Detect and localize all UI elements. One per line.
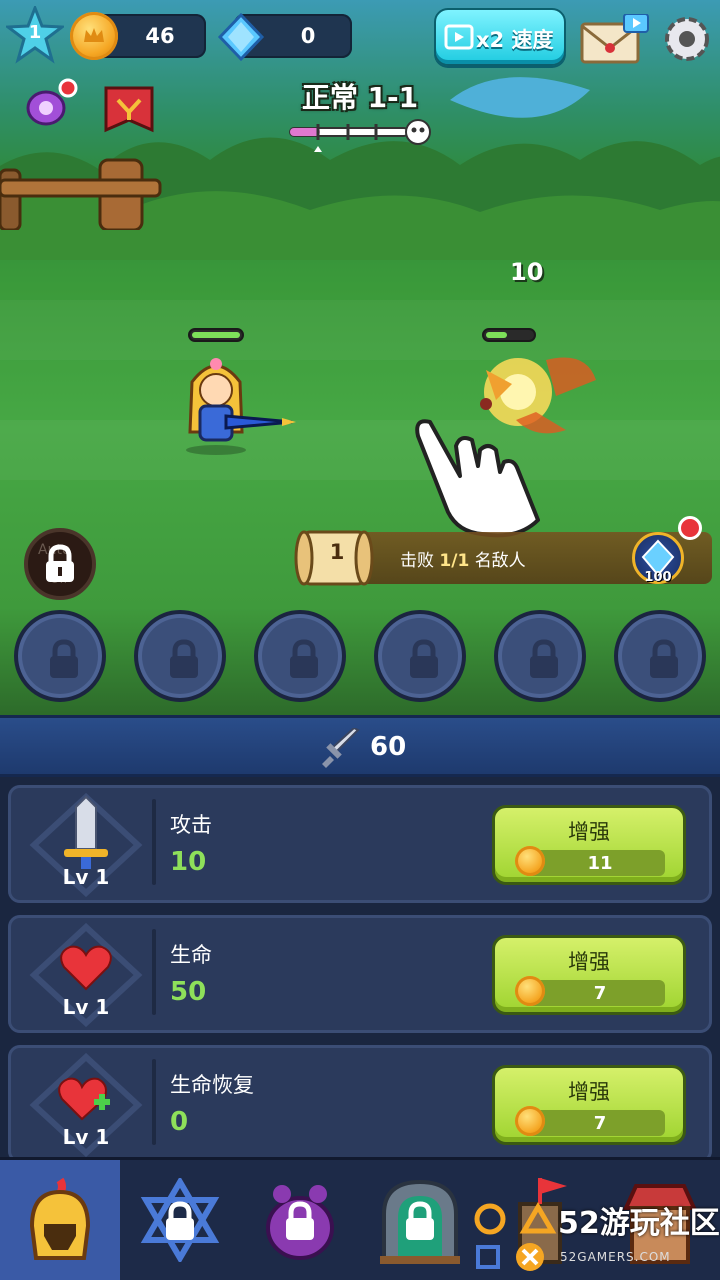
video-icon [444, 24, 474, 50]
upgrade-cost: 11 [587, 853, 613, 874]
stat-value: 10 [170, 847, 207, 877]
nav-tab-dungeon-locked[interactable] [360, 1160, 480, 1280]
divider [152, 799, 156, 885]
quest-reward-amount: 100 [644, 570, 672, 585]
lock-icon [290, 639, 318, 678]
speed-x2-button[interactable]: x2 速度 [434, 8, 566, 66]
quest-text-prefix: 击败 [400, 551, 434, 571]
auto-battle-button[interactable]: Auto Off [24, 528, 96, 600]
guild-banner-icon[interactable] [102, 84, 156, 140]
quest-text-suffix: 名敌人 [474, 551, 526, 571]
stat-value: 50 [170, 977, 207, 1007]
hero-hp-bar [188, 328, 244, 342]
portal-icon[interactable] [24, 78, 80, 130]
divider [152, 929, 156, 1015]
grass-stripe [0, 420, 720, 480]
lock-icon [166, 1201, 194, 1240]
upgrade-level: Lv 1 [62, 1125, 110, 1149]
stage-progress-bar [289, 119, 431, 152]
stat-name: 生命 [170, 943, 212, 967]
stat-name: 生命恢复 [170, 1073, 254, 1097]
coin-icon [70, 12, 118, 60]
lock-icon [286, 1201, 314, 1240]
stat-name: 攻击 [170, 813, 212, 837]
watermark-url: 52GAMERS.COM [560, 1250, 671, 1264]
coin-icon [515, 846, 545, 876]
combat-power-bar: 60 [0, 715, 720, 777]
hero-character [186, 358, 296, 455]
nav-tab-pet-locked[interactable] [240, 1160, 360, 1280]
lock-icon [406, 1201, 434, 1240]
skill-slot-locked[interactable] [494, 610, 586, 702]
upgrade-level: Lv 1 [62, 865, 110, 889]
quest-text: 击败 1/1 名敌人 [400, 546, 526, 571]
lock-icon [410, 639, 438, 678]
quest-index: 1 [329, 540, 345, 564]
quest-banner[interactable]: 1 击败 1/1 名敌人 100 [292, 516, 712, 588]
grass-stripe [0, 300, 720, 360]
skill-slot-locked[interactable] [14, 610, 106, 702]
lock-icon [530, 639, 558, 678]
combat-power-value: 60 [370, 732, 407, 762]
stage-title: 正常 1-1 [301, 81, 419, 114]
hero-hp-fill [192, 332, 240, 338]
upgrade-hp-regen-button[interactable]: 增强 7 [492, 1065, 686, 1145]
upgrade-panel: Lv 1 攻击 10 增强 11 Lv 1 生命 50 增强 7 Lv 1 生命… [0, 777, 720, 1163]
coin-icon [515, 976, 545, 1006]
upgrade-button-label: 增强 [568, 950, 610, 974]
stat-value: 0 [170, 1107, 189, 1137]
wooden-fence [0, 158, 162, 230]
lock-icon [46, 544, 74, 582]
enemy-hp-fill [486, 332, 507, 338]
nav-tab-hero[interactable] [0, 1160, 120, 1280]
quest-progress: 1/1 [439, 551, 470, 571]
upgrade-cost: 7 [593, 1113, 607, 1134]
speed-label: x2 速度 [476, 28, 554, 52]
upgrade-button-label: 增强 [568, 1080, 610, 1104]
skill-slot-locked[interactable] [254, 610, 346, 702]
gem-icon [217, 12, 265, 62]
upgrade-cost: 7 [593, 983, 607, 1004]
upgrade-attack-button[interactable]: 增强 11 [492, 805, 686, 885]
skill-slot-locked[interactable] [134, 610, 226, 702]
skill-slot-locked[interactable] [374, 610, 466, 702]
settings-gear-icon[interactable] [660, 12, 714, 66]
sword-icon [322, 728, 360, 768]
upgrade-card-hp-regen: Lv 1 生命恢复 0 增强 7 [8, 1045, 712, 1163]
battle-scene: 1 46 0 x2 速度 正常 1-1 10 Auto 1 击败 1/1 名敌人… [0, 0, 720, 715]
player-level: 1 [28, 22, 42, 43]
coin-icon [515, 1106, 545, 1136]
lock-icon [170, 639, 198, 678]
nav-tab-star-locked[interactable] [120, 1160, 240, 1280]
upgrade-card-hp: Lv 1 生命 50 增强 7 [8, 915, 712, 1033]
divider [152, 1059, 156, 1145]
helmet-icon [29, 1177, 91, 1260]
notification-dot [678, 516, 702, 540]
upgrade-level: Lv 1 [62, 995, 110, 1019]
upgrade-hp-button[interactable]: 增强 7 [492, 935, 686, 1015]
lock-icon [650, 639, 678, 678]
lock-icon [50, 639, 78, 678]
mail-icon[interactable] [578, 14, 650, 66]
tutorial-hand-icon [415, 419, 540, 538]
upgrade-button-label: 增强 [568, 820, 610, 844]
upgrade-card-attack: Lv 1 攻击 10 增强 11 [8, 785, 712, 903]
coin-count: 46 [145, 24, 175, 48]
damage-number: 10 [510, 258, 544, 286]
gem-count: 0 [300, 24, 316, 48]
watermark-text: 52游玩社区 [558, 1206, 720, 1241]
skill-slot-locked[interactable] [614, 610, 706, 702]
